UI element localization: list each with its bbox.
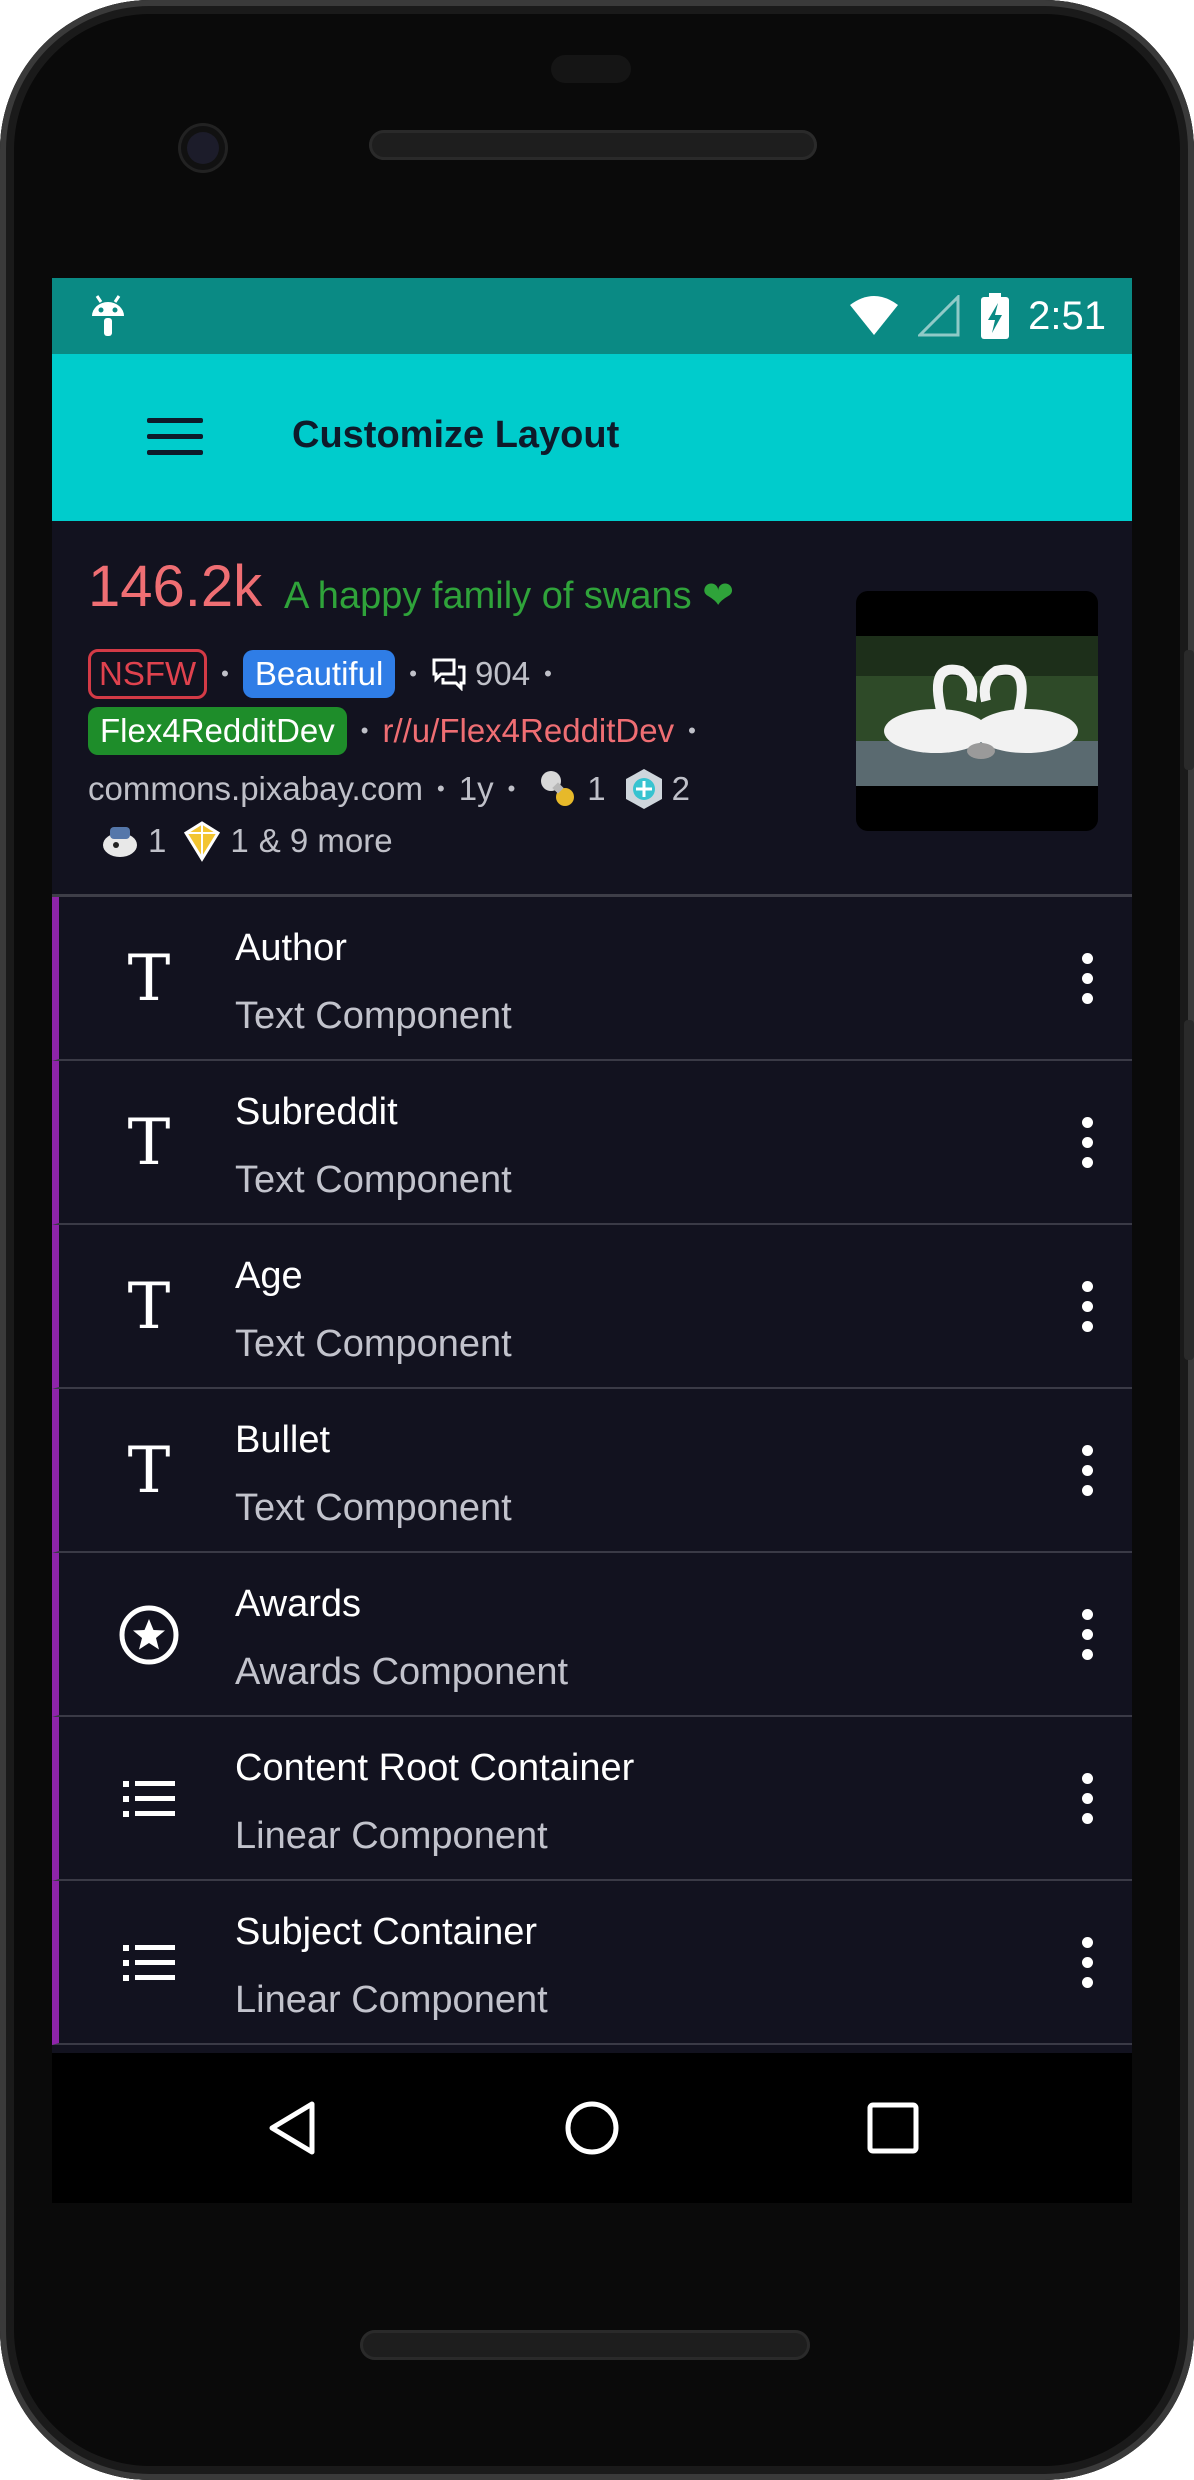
- award-count-1: 1: [587, 770, 606, 807]
- top-speaker: [369, 130, 817, 160]
- home-icon[interactable]: [562, 2098, 622, 2158]
- subreddit-link[interactable]: r//u/Flex4RedditDev: [382, 712, 674, 750]
- overview-icon[interactable]: [865, 2100, 921, 2156]
- metadata-row-3: commons.pixabay.com • 1y • 1 2: [88, 767, 690, 811]
- status-bar: 2:51: [52, 278, 1132, 354]
- post-title: A happy family of swans ❤: [284, 573, 734, 618]
- more-vert-icon[interactable]: [1082, 1281, 1094, 1333]
- navigation-bar: [52, 2053, 1132, 2203]
- item-subtitle: Text Component: [235, 1159, 512, 1201]
- heart-icon: ❤: [702, 575, 735, 617]
- text-t-icon: T: [127, 942, 171, 1016]
- post-title-text: A happy family of swans: [284, 575, 692, 617]
- flair-badge: Beautiful: [242, 650, 396, 698]
- bullet: •: [437, 776, 445, 801]
- post-score: 146.2k: [88, 554, 263, 619]
- bottom-speaker: [360, 2330, 810, 2360]
- award-rocket-icon: [541, 771, 575, 806]
- text-t-icon: T: [127, 1106, 171, 1180]
- list-item[interactable]: Awards Awards Component: [52, 1553, 1132, 1717]
- bullet: •: [507, 776, 516, 801]
- power-button: [1184, 650, 1194, 770]
- bullet: •: [221, 661, 229, 686]
- text-t-icon: T: [127, 1434, 171, 1508]
- page-title: Customize Layout: [292, 414, 620, 456]
- more-vert-icon[interactable]: [1082, 1117, 1094, 1169]
- hamburger-menu-icon[interactable]: [147, 414, 203, 460]
- item-subtitle: Text Component: [235, 1487, 512, 1529]
- list-icon: [117, 1931, 181, 1995]
- more-vert-icon[interactable]: [1082, 1773, 1094, 1825]
- component-list: T Author Text Component T Subreddit Text…: [52, 897, 1132, 2045]
- list-icon: [117, 1767, 181, 1831]
- phone-frame: 2:51 Customize Layout 146.2k A happy fam…: [0, 0, 1194, 2480]
- item-title: Subreddit: [235, 1091, 398, 1133]
- volume-button: [1184, 1020, 1194, 1360]
- bullet: •: [544, 661, 552, 686]
- post-domain: commons.pixabay.com: [88, 770, 424, 807]
- item-subtitle: Awards Component: [235, 1651, 569, 1693]
- front-camera: [181, 126, 225, 170]
- more-vert-icon[interactable]: [1082, 1445, 1094, 1497]
- app-bar: Customize Layout: [52, 354, 1132, 521]
- item-title: Age: [235, 1255, 303, 1297]
- wifi-icon: [850, 296, 899, 335]
- list-item[interactable]: Content Root Container Linear Component: [52, 1717, 1132, 1881]
- android-icon: [88, 292, 128, 345]
- metadata-row-1: NSFW • Beautiful • 904 •: [88, 649, 566, 699]
- comments-icon: [432, 658, 466, 691]
- item-title: Subject Container: [235, 1911, 538, 1953]
- comment-count: 904: [475, 655, 531, 692]
- more-awards: & 9 more: [258, 822, 393, 859]
- award-count-4: 1: [230, 822, 249, 859]
- author-badge: Flex4RedditDev: [88, 707, 347, 755]
- item-subtitle: Text Component: [235, 995, 512, 1037]
- bullet: •: [688, 718, 696, 743]
- list-item[interactable]: Subject Container Linear Component: [52, 1881, 1132, 2045]
- list-item[interactable]: T Bullet Text Component: [52, 1389, 1132, 1553]
- post-thumbnail[interactable]: [856, 591, 1098, 831]
- item-title: Author: [235, 927, 347, 969]
- award-count-3: 1: [148, 822, 167, 859]
- metadata-row-2: Flex4RedditDev • r//u/Flex4RedditDev •: [88, 707, 710, 755]
- more-vert-icon[interactable]: [1082, 953, 1094, 1005]
- battery-charging-icon: [981, 293, 1010, 339]
- star-circle-icon: [117, 1603, 181, 1667]
- item-subtitle: Text Component: [235, 1323, 512, 1365]
- nsfw-badge: NSFW: [88, 649, 208, 699]
- list-item[interactable]: T Subreddit Text Component: [52, 1061, 1132, 1225]
- award-gem-icon: [184, 821, 221, 862]
- clock: 2:51: [1028, 293, 1106, 338]
- post-preview: 146.2k A happy family of swans ❤ NSFW • …: [52, 521, 1132, 897]
- item-subtitle: Linear Component: [235, 1815, 548, 1857]
- text-t-icon: T: [127, 1270, 171, 1344]
- cell-signal-icon: [918, 295, 960, 337]
- earpiece-slot: [551, 55, 631, 83]
- bullet: •: [409, 661, 417, 686]
- award-helmet-icon: [103, 827, 137, 857]
- item-title: Awards: [235, 1583, 362, 1625]
- bullet: •: [360, 718, 369, 743]
- item-title: Content Root Container: [235, 1747, 635, 1789]
- item-title: Bullet: [235, 1419, 331, 1461]
- list-item[interactable]: T Age Text Component: [52, 1225, 1132, 1389]
- metadata-row-4: 1 1 & 9 more: [98, 819, 393, 863]
- back-icon[interactable]: [264, 2098, 324, 2158]
- more-vert-icon[interactable]: [1082, 1937, 1094, 1989]
- award-medal-icon: [625, 769, 662, 809]
- list-item[interactable]: T Author Text Component: [52, 897, 1132, 1061]
- screen: 2:51 Customize Layout 146.2k A happy fam…: [52, 278, 1132, 2053]
- post-age: 1y: [458, 770, 494, 807]
- item-subtitle: Linear Component: [235, 1979, 548, 2021]
- more-vert-icon[interactable]: [1082, 1609, 1094, 1661]
- award-count-2: 2: [671, 770, 690, 807]
